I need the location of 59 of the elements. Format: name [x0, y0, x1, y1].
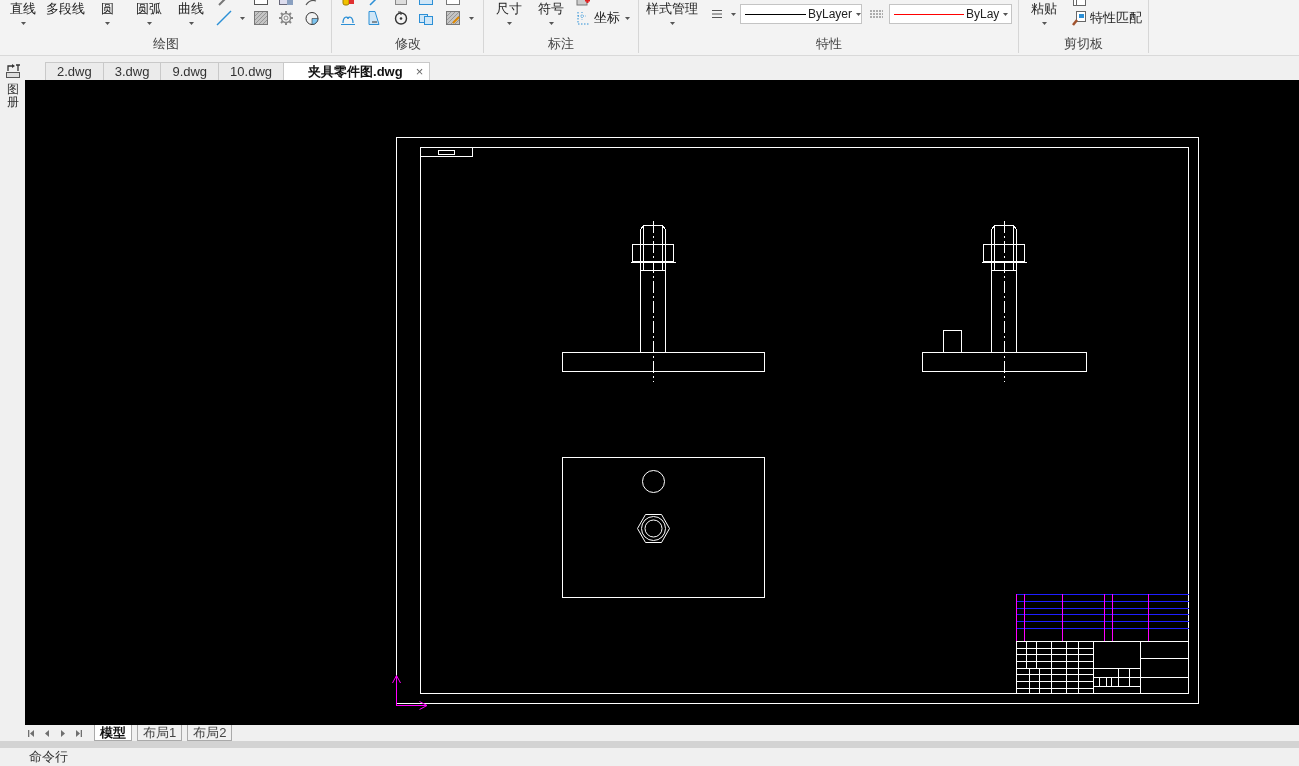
plus-icon[interactable]: [575, 0, 591, 6]
right-arrow-icon[interactable]: [60, 729, 66, 737]
line-swatch-icon: [745, 12, 806, 16]
tool-button[interactable]: 尺寸: [488, 0, 530, 28]
hatch-icon[interactable]: [253, 10, 269, 26]
tool-button[interactable]: 直线: [2, 0, 44, 28]
tool-button[interactable]: 圆: [86, 0, 128, 28]
linetype-dropdown[interactable]: ByLayer: [740, 4, 862, 24]
ribbon-group-label: 修改: [394, 36, 421, 52]
ribbon-group-label: 标注: [548, 36, 574, 52]
last-arrow-icon[interactable]: [76, 729, 82, 737]
locator-block: [943, 330, 962, 353]
line-swatch-icon: [894, 12, 964, 16]
frame-icon[interactable]: [418, 0, 434, 6]
hole-circle: [642, 470, 665, 493]
document-tab[interactable]: 夹具零件图.dwg ×: [283, 62, 431, 80]
document-tab[interactable]: 10.dwg: [218, 62, 285, 80]
layout-tab[interactable]: 模型: [94, 725, 132, 741]
nut-top-drawing: [637, 514, 670, 543]
hatch-edit-icon[interactable]: [445, 10, 461, 26]
tool-button[interactable]: 特性匹配: [1071, 10, 1142, 26]
tool-button[interactable]: 粘贴: [1023, 0, 1065, 28]
gear-icon[interactable]: [278, 10, 294, 26]
side-panel-tab[interactable]: 图册: [6, 83, 19, 110]
circle-fill-icon[interactable]: [304, 10, 320, 26]
caret-icon[interactable]: [731, 12, 736, 16]
panel-icon[interactable]: [4, 63, 21, 79]
left-arrow-icon[interactable]: [44, 729, 50, 737]
block-icon[interactable]: [340, 0, 356, 6]
line-icon[interactable]: [216, 10, 232, 26]
lineweight-icon[interactable]: [712, 9, 722, 19]
first-arrow-icon[interactable]: [28, 729, 34, 737]
corner-tag-drawing: [420, 147, 473, 157]
rotate-icon[interactable]: [393, 10, 409, 26]
ribbon-group-label: 特性: [815, 36, 842, 52]
color-dropdown[interactable]: ByLay: [889, 4, 1012, 24]
ribbon-group-label: 绘图: [152, 36, 179, 52]
caret-icon[interactable]: [469, 16, 474, 20]
tool-button[interactable]: 多段线: [44, 0, 86, 28]
tool-button[interactable]: 坐标: [575, 10, 630, 26]
caret-icon: [1003, 12, 1009, 16]
blocks-icon[interactable]: [278, 0, 294, 6]
ribbon-group-label: 剪切板: [1064, 36, 1103, 52]
document-tab[interactable]: 3.dwg: [102, 62, 162, 80]
tool-button[interactable]: 符号: [530, 0, 572, 28]
tool-button[interactable]: 圆弧: [128, 0, 170, 28]
sheet-icon[interactable]: [445, 0, 461, 6]
copy-icon[interactable]: [1071, 0, 1087, 6]
brush-icon[interactable]: [1071, 10, 1087, 26]
ucs-axis-icon: [392, 675, 428, 710]
document-icon[interactable]: [366, 10, 382, 26]
tool-button[interactable]: 样式管理: [642, 0, 702, 28]
caret-icon: [856, 12, 861, 16]
caret-icon[interactable]: [240, 16, 245, 20]
close-button[interactable]: ×: [415, 64, 424, 79]
document-tab[interactable]: 9.dwg: [160, 62, 220, 80]
document-tab[interactable]: 2.dwg: [45, 62, 104, 80]
command-line-label: 命令行: [29, 748, 68, 766]
tool-button[interactable]: 曲线: [170, 0, 212, 28]
